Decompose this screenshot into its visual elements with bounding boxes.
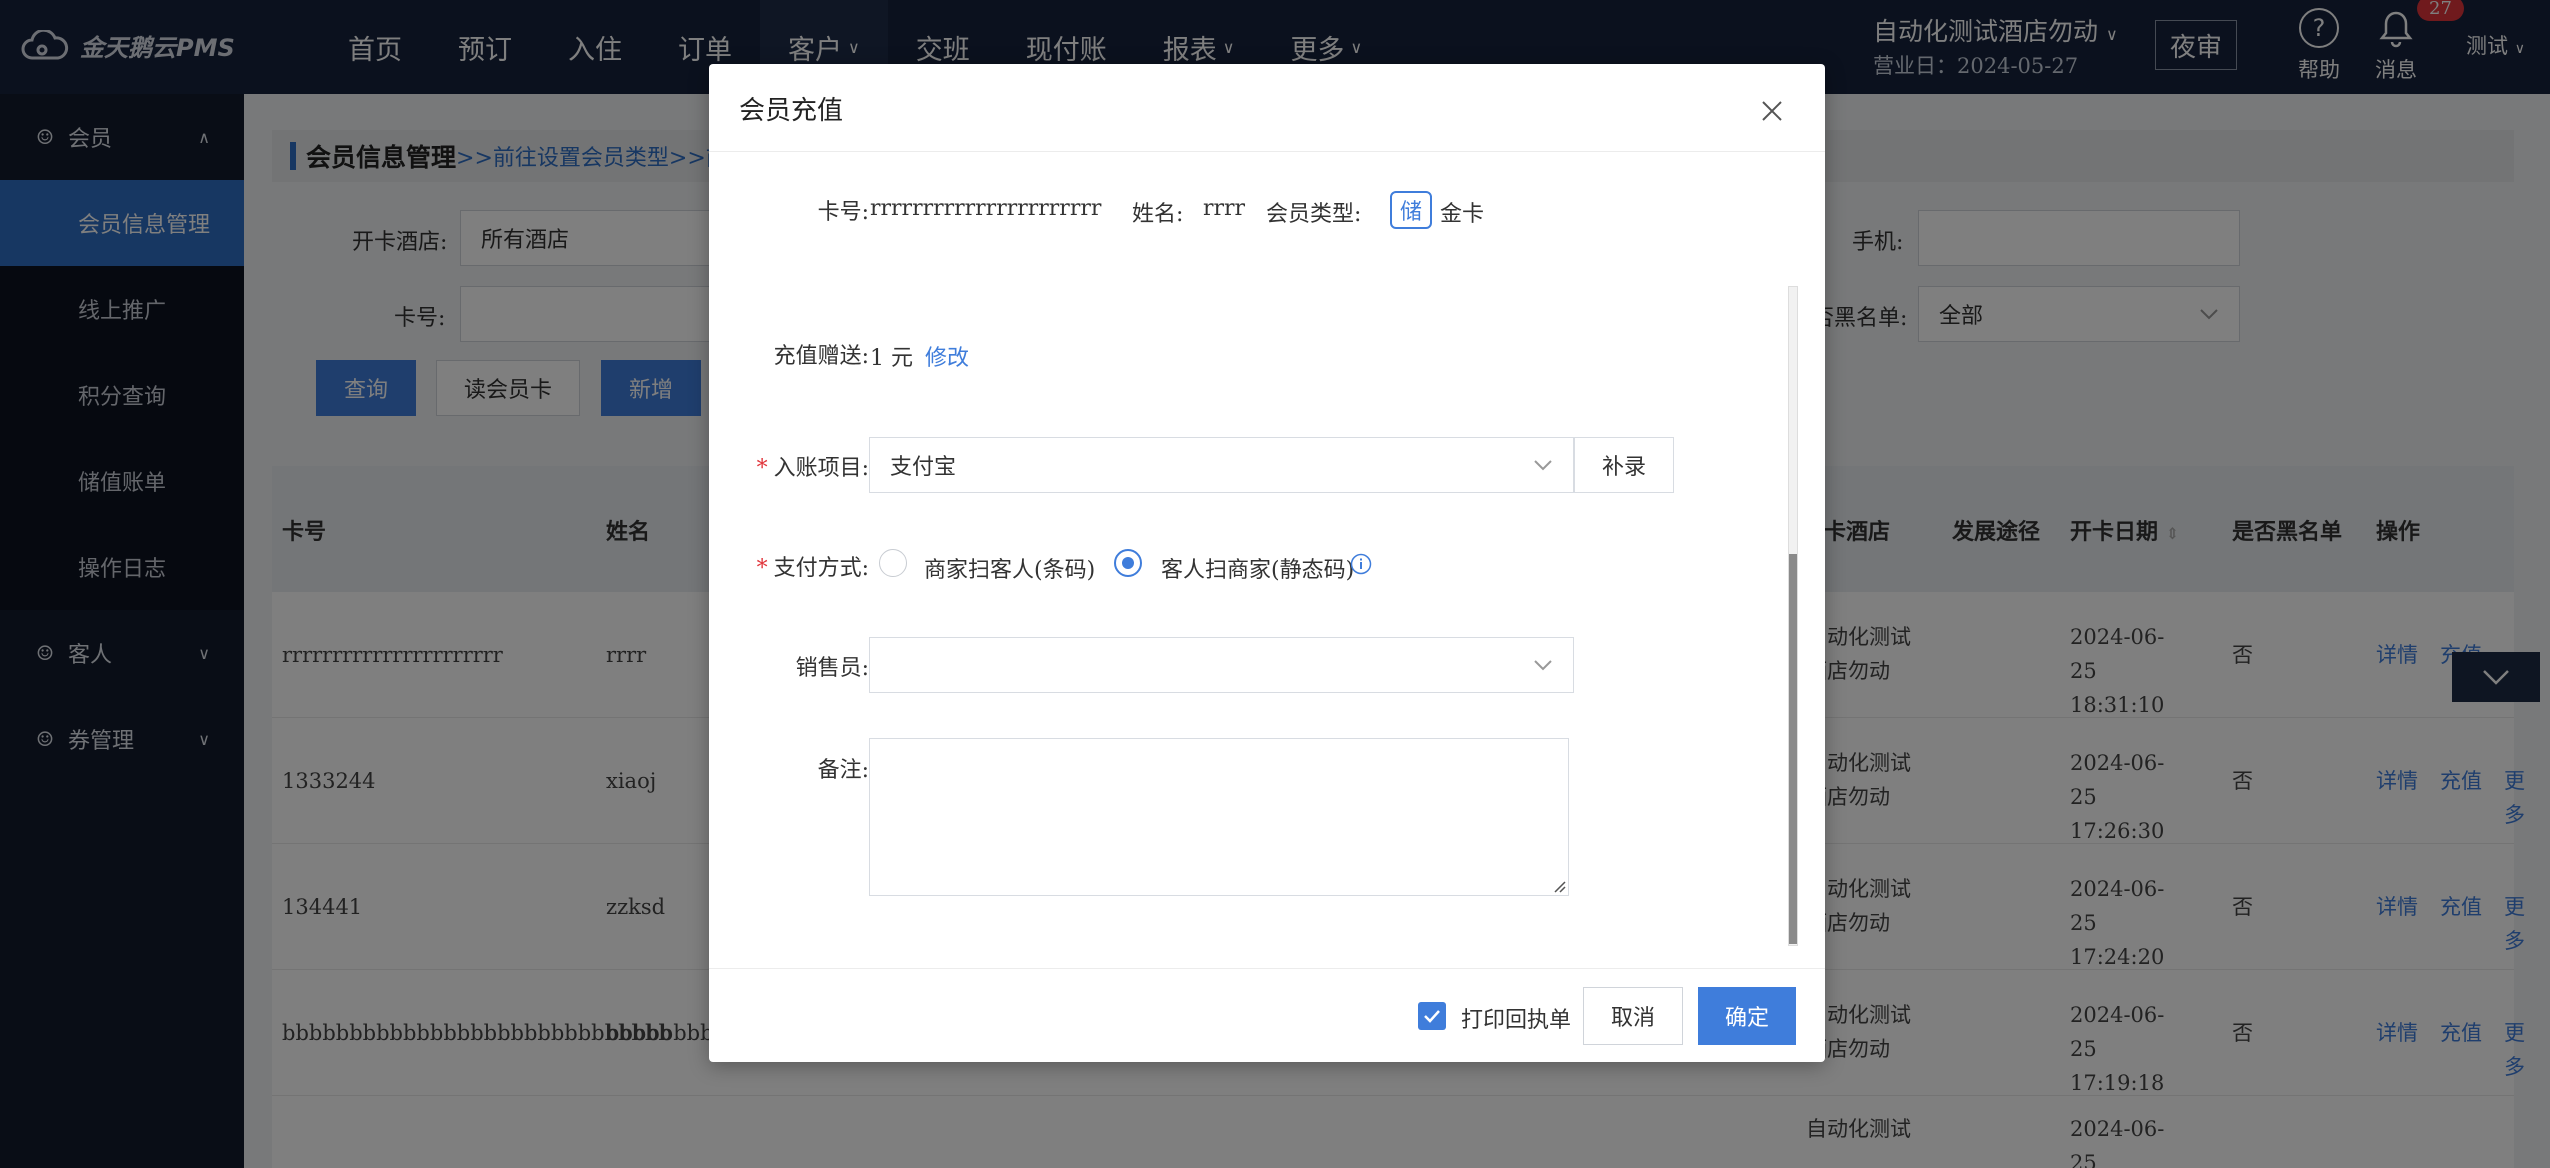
pay-option1-label[interactable]: 商家扫客人(条码) bbox=[924, 552, 1095, 584]
remark-label: 备注: bbox=[817, 758, 869, 783]
modal-footer: 打印回执单 取消 确定 bbox=[709, 968, 1825, 1062]
stored-value-tag: 储 bbox=[1390, 191, 1432, 229]
modal-scrollbar-thumb[interactable] bbox=[1789, 554, 1797, 944]
pay-option1-radio[interactable] bbox=[879, 549, 907, 577]
confirm-button[interactable]: 确定 bbox=[1698, 987, 1796, 1045]
cancel-button[interactable]: 取消 bbox=[1583, 987, 1683, 1045]
gift-value: 1 元 bbox=[870, 346, 913, 371]
member-type-value: 金卡 bbox=[1440, 202, 1485, 227]
sales-label: 销售员: bbox=[795, 656, 869, 681]
pay-option2-label[interactable]: 客人扫商家(静态码) bbox=[1161, 552, 1354, 584]
print-receipt-checkbox[interactable] bbox=[1418, 1002, 1446, 1030]
account-item-label: * 入账项目: bbox=[756, 456, 869, 481]
chevron-down-icon bbox=[1534, 460, 1552, 471]
info-icon[interactable] bbox=[1350, 553, 1372, 575]
print-receipt-label[interactable]: 打印回执单 bbox=[1461, 1002, 1571, 1034]
member-type-label: 会员类型: bbox=[1266, 202, 1362, 227]
recharge-modal: 会员充值 卡号: rrrrrrrrrrrrrrrrrrrrrr 姓名: rrrr… bbox=[709, 64, 1825, 1062]
gift-edit-link[interactable]: 修改 bbox=[925, 340, 969, 372]
card-value: rrrrrrrrrrrrrrrrrrrrrr bbox=[870, 196, 1102, 221]
supplement-button[interactable]: 补录 bbox=[1574, 437, 1674, 493]
remark-textarea[interactable] bbox=[869, 738, 1569, 896]
close-icon[interactable] bbox=[1757, 96, 1787, 126]
chevron-down-icon bbox=[1534, 660, 1552, 671]
resize-handle-icon[interactable] bbox=[1552, 879, 1566, 893]
account-item-select[interactable]: 支付宝 bbox=[869, 437, 1574, 493]
card-label: 卡号: bbox=[817, 200, 869, 225]
check-icon bbox=[1424, 1010, 1440, 1023]
pay-option2-radio[interactable] bbox=[1114, 549, 1142, 577]
gift-label: 充值赠送: bbox=[773, 344, 869, 369]
name-label: 姓名: bbox=[1132, 202, 1184, 227]
name-value: rrrr bbox=[1203, 196, 1246, 221]
pay-method-label: * 支付方式: bbox=[756, 556, 869, 581]
sales-select[interactable] bbox=[869, 637, 1574, 693]
modal-title: 会员充值 bbox=[739, 96, 844, 126]
